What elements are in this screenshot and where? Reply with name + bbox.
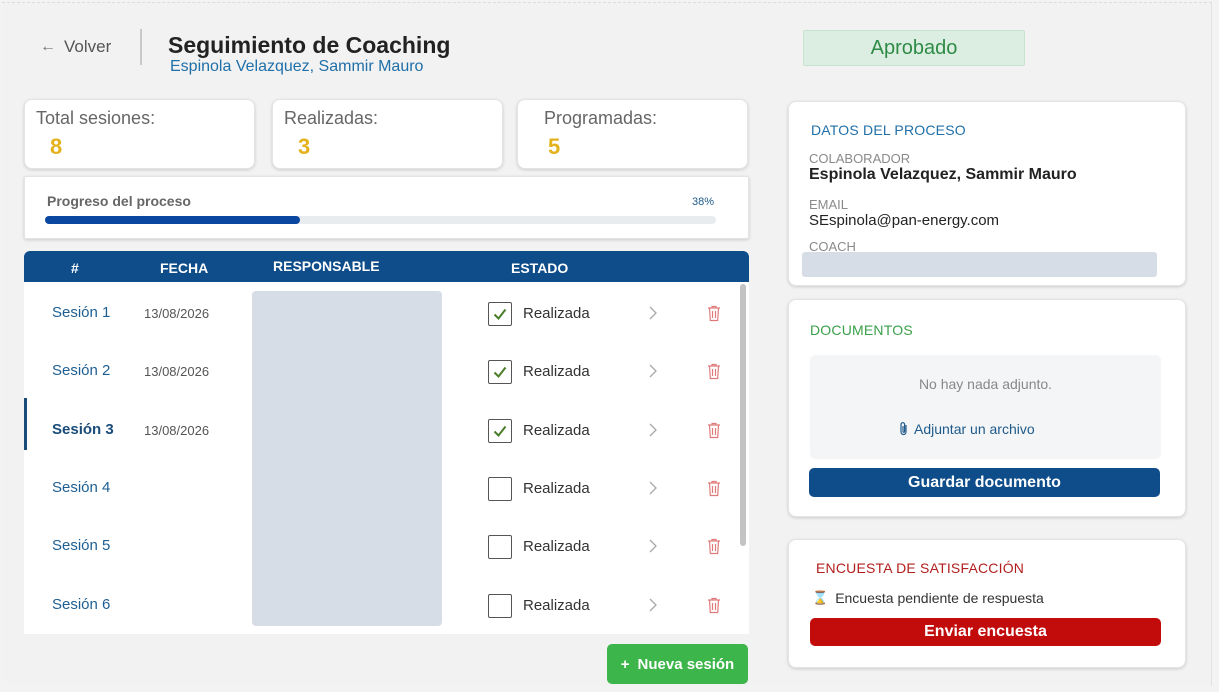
status-checkbox[interactable] xyxy=(488,535,512,559)
session-name: Sesión 5 xyxy=(52,537,111,554)
chevron-right-icon[interactable] xyxy=(646,303,660,323)
save-document-button[interactable]: Guardar documento xyxy=(809,468,1160,497)
back-label: Volver xyxy=(64,37,112,56)
check-icon xyxy=(493,425,507,438)
progress-label: Progreso del proceso xyxy=(47,193,191,209)
progress-track xyxy=(45,216,716,224)
trash-icon[interactable] xyxy=(706,304,722,322)
status-label: Realizada xyxy=(523,480,590,497)
table-row[interactable]: Sesión 4 Realizada xyxy=(24,459,740,517)
chevron-right-icon[interactable] xyxy=(646,420,660,440)
page-title: Seguimiento de Coaching xyxy=(168,32,451,58)
trash-icon[interactable] xyxy=(706,537,722,555)
header-status: ESTADO xyxy=(511,260,569,276)
table-row[interactable]: Sesión 6 Realizada xyxy=(24,576,740,634)
session-name: Sesión 1 xyxy=(52,304,111,321)
chevron-right-icon[interactable] xyxy=(646,536,660,556)
status-label: Realizada xyxy=(523,538,590,555)
session-date: 13/08/2026 xyxy=(144,306,210,321)
header-date: FECHA xyxy=(160,260,209,276)
hourglass-icon: ⌛ xyxy=(812,590,829,605)
email-value: SEspinola@pan-energy.com xyxy=(809,212,1000,229)
header-responsible: RESPONSABLE xyxy=(273,258,380,274)
stat-done-label: Realizadas: xyxy=(284,108,379,128)
status-label: Realizada xyxy=(523,363,590,380)
back-button[interactable]: ← Volver xyxy=(40,37,111,57)
attach-file-label: Adjuntar un archivo xyxy=(914,421,1035,437)
progress-percent: 38% xyxy=(691,196,714,208)
table-scrollbar[interactable] xyxy=(740,284,746,546)
session-name: Sesión 2 xyxy=(52,362,111,379)
paperclip-icon xyxy=(900,422,907,436)
table-row[interactable]: Sesión 3 13/08/2026 Realizada xyxy=(24,401,740,459)
status-checkbox[interactable] xyxy=(488,594,512,618)
status-checkbox[interactable] xyxy=(488,302,512,326)
header-number: # xyxy=(71,260,79,276)
progress-card: Progreso del proceso 38% xyxy=(24,176,749,239)
chevron-right-icon[interactable] xyxy=(646,595,660,615)
session-date: 13/08/2026 xyxy=(144,364,210,379)
check-icon xyxy=(493,366,507,379)
session-name: Sesión 4 xyxy=(52,479,111,496)
table-row[interactable]: Sesión 2 13/08/2026 Realizada xyxy=(24,342,740,400)
sessions-table: # FECHA RESPONSABLE ESTADO Sesión 1 13/08… xyxy=(24,251,749,634)
session-name: Sesión 3 xyxy=(52,421,114,438)
collaborator-value: Espinola Velazquez, Sammir Mauro xyxy=(809,166,1077,183)
chevron-right-icon[interactable] xyxy=(646,361,660,381)
attachments-area[interactable]: No hay nada adjunto. Adjuntar un archivo xyxy=(810,355,1161,459)
email-label: EMAIL xyxy=(809,197,849,212)
table-header: # FECHA RESPONSABLE ESTADO xyxy=(24,251,749,282)
stat-done-card: Realizadas: 3 xyxy=(272,99,503,169)
status-checkbox[interactable] xyxy=(488,419,512,443)
trash-icon[interactable] xyxy=(706,421,722,439)
trash-icon[interactable] xyxy=(706,596,722,614)
status-label: Realizada xyxy=(523,305,590,322)
new-session-label: Nueva sesión xyxy=(637,655,735,673)
status-checkbox[interactable] xyxy=(488,360,512,384)
status-label: Realizada xyxy=(523,597,590,614)
new-session-button[interactable]: + Nueva sesión xyxy=(607,644,748,684)
header-divider xyxy=(140,29,142,65)
trash-icon[interactable] xyxy=(706,362,722,380)
status-label: Realizada xyxy=(523,422,590,439)
check-icon xyxy=(493,308,507,321)
table-row[interactable]: Sesión 1 13/08/2026 Realizada xyxy=(24,284,740,342)
stat-total-card: Total sesiones: 8 xyxy=(24,99,255,169)
status-checkbox[interactable] xyxy=(488,477,512,501)
process-data-card: DATOS DEL PROCESO COLABORADOR Espinola V… xyxy=(788,101,1186,286)
chevron-right-icon[interactable] xyxy=(646,478,660,498)
table-row[interactable]: Sesión 5 Realizada xyxy=(24,517,740,575)
no-attachments-text: No hay nada adjunto. xyxy=(918,376,1053,392)
session-date: 13/08/2026 xyxy=(144,423,210,438)
stat-scheduled-card: Programadas: 5 xyxy=(517,99,748,169)
plus-icon: + xyxy=(620,655,630,673)
attach-file-link[interactable]: Adjuntar un archivo xyxy=(898,421,1035,437)
stat-done-value: 3 xyxy=(298,134,311,159)
stat-total-label: Total sesiones: xyxy=(36,108,156,128)
process-data-title: DATOS DEL PROCESO xyxy=(811,122,966,138)
session-name: Sesión 6 xyxy=(52,596,111,613)
stat-scheduled-label: Programadas: xyxy=(544,108,658,128)
status-badge: Aprobado xyxy=(803,30,1025,66)
survey-pending-text: Encuesta pendiente de respuesta xyxy=(835,590,1044,606)
survey-status: ⌛ Encuesta pendiente de respuesta xyxy=(812,590,1044,606)
collaborator-label: COLABORADOR xyxy=(809,151,911,166)
progress-fill xyxy=(45,216,300,224)
arrow-left-icon: ← xyxy=(40,38,56,55)
documents-title: DOCUMENTOS xyxy=(810,322,913,338)
stat-total-value: 8 xyxy=(50,134,63,159)
coach-placeholder xyxy=(802,252,1157,277)
survey-card: ENCUESTA DE SATISFACCIÓN ⌛ Encuesta pend… xyxy=(788,539,1186,668)
send-survey-button[interactable]: Enviar encuesta xyxy=(810,618,1161,646)
stat-scheduled-value: 5 xyxy=(548,134,561,159)
documents-card: DOCUMENTOS No hay nada adjunto. Adjuntar… xyxy=(788,299,1186,517)
trash-icon[interactable] xyxy=(706,479,722,497)
page-subtitle: Espinola Velazquez, Sammir Mauro xyxy=(170,58,424,75)
page-frame: ← Volver Seguimiento de Coaching Espinol… xyxy=(2,2,1212,686)
survey-title: ENCUESTA DE SATISFACCIÓN xyxy=(816,560,1025,576)
